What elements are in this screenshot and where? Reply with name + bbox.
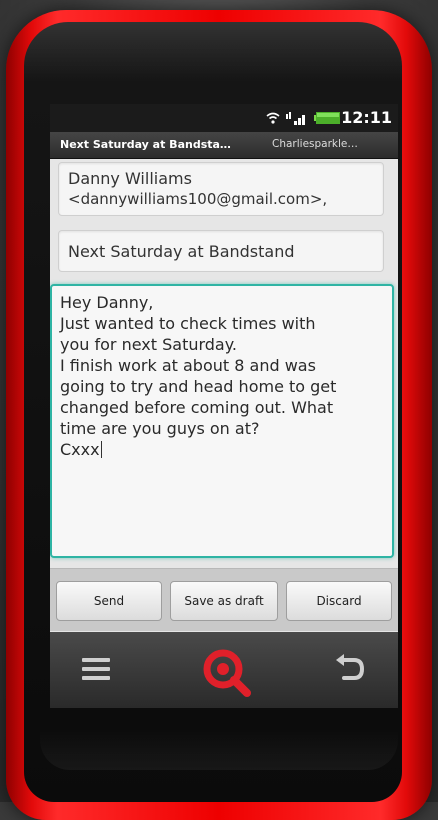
body-line: going to try and head home to get [60,377,337,396]
body-line: Hey Danny, [60,293,154,312]
body-line: Cxxx [60,440,100,459]
title-account: Charliesparkle… [272,138,358,150]
message-body-field[interactable]: Hey Danny, Just wanted to check times wi… [50,284,394,558]
body-line: I finish work at about 8 and was [60,356,316,375]
to-field[interactable]: Danny Williams <dannywilliams100@gmail.c… [58,162,384,216]
body-line: changed before coming out. What [60,398,334,417]
navigation-bar [50,632,398,708]
compose-button-bar: Send Save as draft Discard [50,568,398,631]
body-line: you for next Saturday. [60,335,238,354]
status-bar: 12:11 [50,104,398,132]
signal-icon [286,112,305,125]
save-draft-button[interactable]: Save as draft [170,581,278,621]
subject-value: Next Saturday at Bandstand [68,242,295,261]
bezel-gloss [24,22,402,82]
message-body-text: Hey Danny, Just wanted to check times wi… [60,292,382,460]
discard-button[interactable]: Discard [286,581,392,621]
menu-icon[interactable] [80,654,112,684]
body-line: time are you guys on at? [60,419,260,438]
search-icon[interactable] [200,646,254,700]
title-subject: Next Saturday at Bandsta… [60,138,231,151]
phone-screen: 12:11 Next Saturday at Bandsta… Charlies… [50,104,398,708]
text-cursor [100,441,102,458]
battery-icon [314,112,340,124]
back-icon[interactable] [332,652,366,686]
body-line: Just wanted to check times with [60,314,316,333]
subject-field[interactable]: Next Saturday at Bandstand [58,230,384,272]
send-button[interactable]: Send [56,581,162,621]
bottom-bezel [40,730,398,770]
recipient-email: <dannywilliams100@gmail.com>, [68,190,328,208]
wifi-icon [266,112,280,124]
compose-title-bar: Next Saturday at Bandsta… Charliesparkle… [50,132,398,159]
recipient-name: Danny Williams [68,169,192,188]
status-clock: 12:11 [341,108,392,127]
